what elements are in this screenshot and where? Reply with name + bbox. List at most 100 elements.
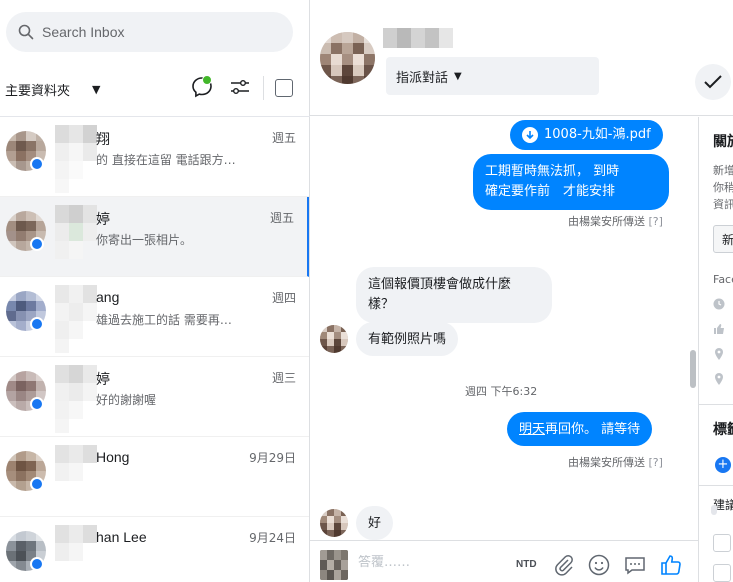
mark-done-button[interactable] bbox=[695, 64, 731, 100]
thread-header: 指派對話 ▼ bbox=[310, 0, 733, 116]
conversation-item[interactable]: 婷 好的謝謝喔 週三 bbox=[0, 357, 309, 437]
message-text: 確定要作前 才能安排 bbox=[485, 184, 616, 199]
conversation-date: 9月24日 bbox=[249, 531, 296, 545]
unread-dot bbox=[202, 75, 212, 85]
caret-down-icon: ▼ bbox=[92, 83, 101, 96]
conversation-list: 翔 的 直接在這留 電話跟方… 週五 婷 你寄出一張相片。 週五 ang 雄過去… bbox=[0, 117, 309, 582]
about-text-line: 你稍 bbox=[713, 181, 733, 194]
conversation-item[interactable]: han Lee 9月24日 bbox=[0, 517, 309, 582]
conversation-date: 9月29日 bbox=[249, 451, 296, 465]
sliders-icon[interactable] bbox=[228, 75, 252, 99]
sent-by-label: 由楊棠安所傳送 [?] bbox=[568, 213, 663, 229]
page-badge-icon bbox=[30, 477, 44, 491]
message-timestamp: 週四 下午6:32 bbox=[465, 385, 538, 398]
emoji-icon[interactable] bbox=[587, 553, 611, 577]
redacted-name bbox=[55, 445, 97, 513]
conversation-snippet: 你寄出一張相片。 bbox=[96, 233, 193, 247]
file-attachment-bubble[interactable]: 1008-九如-鴻.pdf bbox=[510, 120, 663, 150]
search-bar[interactable] bbox=[6, 12, 293, 52]
like-icon bbox=[714, 324, 724, 334]
clock-icon bbox=[713, 298, 725, 310]
search-icon bbox=[18, 24, 34, 40]
saved-replies-icon[interactable] bbox=[623, 553, 647, 577]
conversation-date: 週三 bbox=[271, 371, 296, 385]
page-badge-icon bbox=[30, 397, 44, 411]
divider bbox=[699, 485, 733, 486]
assign-label: 指派對話 bbox=[396, 70, 449, 86]
thread-scrollbar[interactable] bbox=[690, 350, 696, 388]
sender-avatar bbox=[320, 509, 348, 537]
conversation-name: 婷 bbox=[96, 211, 110, 227]
search-input[interactable] bbox=[42, 24, 262, 40]
suggestion-checkbox[interactable] bbox=[713, 564, 731, 582]
folder-label: 主要資料夾 bbox=[5, 84, 71, 99]
conversation-date: 週四 bbox=[271, 291, 296, 305]
message-bubble-incoming: 好 bbox=[356, 506, 394, 540]
select-all-checkbox[interactable] bbox=[275, 79, 293, 97]
page-badge-icon bbox=[30, 317, 44, 331]
conversation-name: Hong bbox=[96, 449, 130, 465]
filter-bar: 主要資料夾 ▼ bbox=[0, 66, 310, 110]
message-bubble-incoming: 這個報價頂樓會做成什麼 樣？ bbox=[356, 267, 552, 323]
checkmark-icon bbox=[704, 75, 722, 89]
message-text: 好 bbox=[368, 516, 382, 531]
caret-down-icon: ▼ bbox=[454, 70, 462, 82]
attachment-thumbnail[interactable] bbox=[320, 550, 348, 580]
conversation-snippet: 的 直接在這留 電話跟方… bbox=[96, 153, 236, 167]
labels-title: 標籤 bbox=[713, 422, 733, 438]
add-info-button[interactable]: 新 bbox=[713, 225, 733, 253]
redacted-name bbox=[55, 205, 97, 273]
sender-avatar bbox=[320, 325, 348, 353]
message-bubble-incoming: 有範例照片嗎 bbox=[356, 322, 459, 356]
conversation-item[interactable]: 翔 的 直接在這留 電話跟方… 週五 bbox=[0, 117, 309, 197]
conversation-name: 翔 bbox=[96, 131, 110, 147]
message-text: 樣？ bbox=[368, 297, 395, 312]
facebook-label: Face bbox=[713, 273, 733, 286]
conversation-name: ang bbox=[96, 289, 120, 305]
reply-input[interactable] bbox=[358, 555, 498, 570]
conversation-name: han Lee bbox=[96, 529, 147, 545]
folder-dropdown[interactable]: 主要資料夾 ▼ bbox=[5, 80, 100, 99]
message-text: 有範例照片嗎 bbox=[368, 332, 447, 347]
page-badge-icon bbox=[30, 237, 44, 251]
redacted-name bbox=[55, 285, 97, 353]
sent-by-text: 由楊棠安所傳送 bbox=[568, 456, 645, 469]
sent-by-label: 由楊棠安所傳送 [?] bbox=[568, 454, 663, 470]
about-text-line: 新增 bbox=[713, 164, 733, 177]
conversation-sidebar: 主要資料夾 ▼ bbox=[0, 0, 310, 582]
thumbs-up-icon[interactable] bbox=[659, 553, 683, 577]
sent-by-text: 由楊棠安所傳送 bbox=[568, 215, 645, 228]
conversation-date: 週五 bbox=[271, 131, 296, 145]
about-title: 關於 bbox=[713, 134, 733, 150]
about-text-line: 資訊 bbox=[713, 198, 733, 211]
help-link[interactable]: [?] bbox=[649, 456, 663, 469]
conversation-item-selected[interactable]: 婷 你寄出一張相片。 週五 bbox=[0, 197, 309, 277]
inbox-app: 主要資料夾 ▼ bbox=[0, 0, 733, 582]
location-icon bbox=[715, 348, 723, 360]
conversation-item[interactable]: Hong 9月29日 bbox=[0, 437, 309, 517]
help-link[interactable]: [?] bbox=[649, 215, 663, 228]
message-text: 這個報價頂樓會做成什麼 bbox=[368, 277, 512, 292]
paperclip-icon[interactable] bbox=[552, 553, 576, 577]
date-link[interactable]: 明天 bbox=[519, 422, 545, 437]
conversation-name: 婷 bbox=[96, 371, 110, 387]
contact-avatar[interactable] bbox=[320, 32, 375, 84]
conversation-item[interactable]: ang 雄過去施工的話 需要再… 週四 bbox=[0, 277, 309, 357]
redacted-contact-name bbox=[383, 28, 453, 48]
divider bbox=[263, 76, 264, 100]
add-label-icon[interactable]: + bbox=[715, 457, 731, 473]
currency-button[interactable]: NTD bbox=[516, 559, 537, 570]
redacted-name bbox=[55, 525, 97, 582]
message-composer: NTD bbox=[310, 540, 698, 582]
add-info-label: 新 bbox=[722, 233, 733, 247]
conversation-snippet: 雄過去施工的話 需要再… bbox=[96, 313, 232, 327]
location-icon bbox=[715, 373, 723, 385]
assign-conversation-dropdown[interactable]: 指派對話 ▼ bbox=[386, 57, 599, 95]
message-bubble-outgoing: 工期暫時無法抓， 到時 確定要作前 才能安排 bbox=[473, 154, 669, 210]
contact-info-panel: 關於 新增 你稍 資訊 新 Face 標籤 + 建議 bbox=[698, 117, 733, 582]
suggestion-checkbox[interactable] bbox=[713, 534, 731, 552]
divider bbox=[699, 404, 733, 405]
scroll-hint bbox=[711, 505, 717, 515]
page-badge-icon bbox=[30, 157, 44, 171]
conversation-snippet: 好的謝謝喔 bbox=[96, 393, 157, 407]
